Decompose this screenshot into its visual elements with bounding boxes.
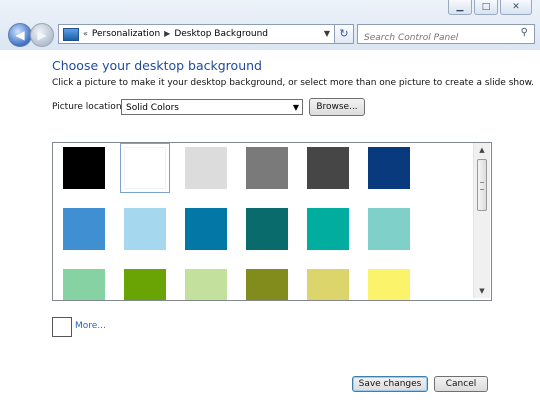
breadcrumb-desktop-background[interactable]: Desktop Background	[174, 25, 268, 43]
color-swatch[interactable]	[246, 269, 288, 300]
breadcrumb-separator-icon[interactable]: ▶	[164, 25, 170, 43]
forward-button[interactable]: ▶	[30, 23, 54, 47]
color-swatch[interactable]	[246, 147, 288, 189]
color-swatch[interactable]	[124, 269, 166, 300]
search-icon[interactable]: ⚲	[521, 27, 528, 38]
scroll-up-icon[interactable]: ▲	[474, 143, 490, 157]
overflow-chevron-icon[interactable]: «	[83, 25, 88, 43]
scrollbar[interactable]: ▲ ▼	[473, 143, 490, 298]
scrollbar-thumb[interactable]	[477, 159, 487, 211]
breadcrumb-personalization[interactable]: Personalization	[92, 25, 160, 43]
page-title: Choose your desktop background	[52, 58, 262, 73]
picture-location-value: Solid Colors	[126, 103, 179, 113]
color-swatch[interactable]	[185, 269, 227, 300]
page-description: Click a picture to make it your desktop …	[52, 78, 535, 88]
address-bar[interactable]: « Personalization ▶ Desktop Background ▼	[58, 24, 335, 44]
color-swatch[interactable]	[63, 269, 105, 300]
color-swatch[interactable]	[63, 208, 105, 250]
color-swatch[interactable]	[63, 147, 105, 189]
color-grid	[52, 142, 492, 301]
color-swatch[interactable]	[307, 147, 349, 189]
color-swatch[interactable]	[185, 208, 227, 250]
color-swatch[interactable]	[368, 147, 410, 189]
search-box[interactable]: ⚲	[357, 24, 535, 46]
scroll-down-icon[interactable]: ▼	[474, 284, 490, 298]
color-swatch[interactable]	[368, 208, 410, 250]
back-button[interactable]: ◀	[8, 23, 32, 47]
close-button[interactable]: ✕	[500, 0, 532, 15]
color-swatch[interactable]	[124, 208, 166, 250]
address-dropdown-icon[interactable]: ▼	[320, 25, 334, 43]
chevron-down-icon: ▼	[292, 103, 299, 112]
more-colors-link[interactable]: More...	[75, 321, 106, 331]
cancel-button[interactable]: Cancel	[434, 376, 488, 392]
control-panel-icon	[63, 27, 79, 41]
color-swatch[interactable]	[246, 208, 288, 250]
search-input[interactable]	[358, 30, 514, 46]
minimize-button[interactable]: ▁	[448, 0, 472, 15]
color-swatch[interactable]	[307, 208, 349, 250]
more-colors-swatch[interactable]	[52, 317, 72, 337]
browse-button[interactable]: Browse...	[309, 98, 365, 116]
color-swatch[interactable]	[120, 143, 170, 193]
color-swatch[interactable]	[307, 269, 349, 300]
color-swatch[interactable]	[185, 147, 227, 189]
refresh-button[interactable]: ↻	[334, 24, 354, 44]
picture-location-select[interactable]: Solid Colors ▼	[121, 99, 303, 115]
picture-location-label: Picture location:	[52, 102, 125, 112]
color-swatch[interactable]	[368, 269, 410, 300]
window-controls: ▁ □ ✕	[448, 0, 532, 15]
grip-icon	[480, 182, 484, 190]
save-changes-button[interactable]: Save changes	[352, 376, 428, 392]
maximize-button[interactable]: □	[474, 0, 498, 15]
